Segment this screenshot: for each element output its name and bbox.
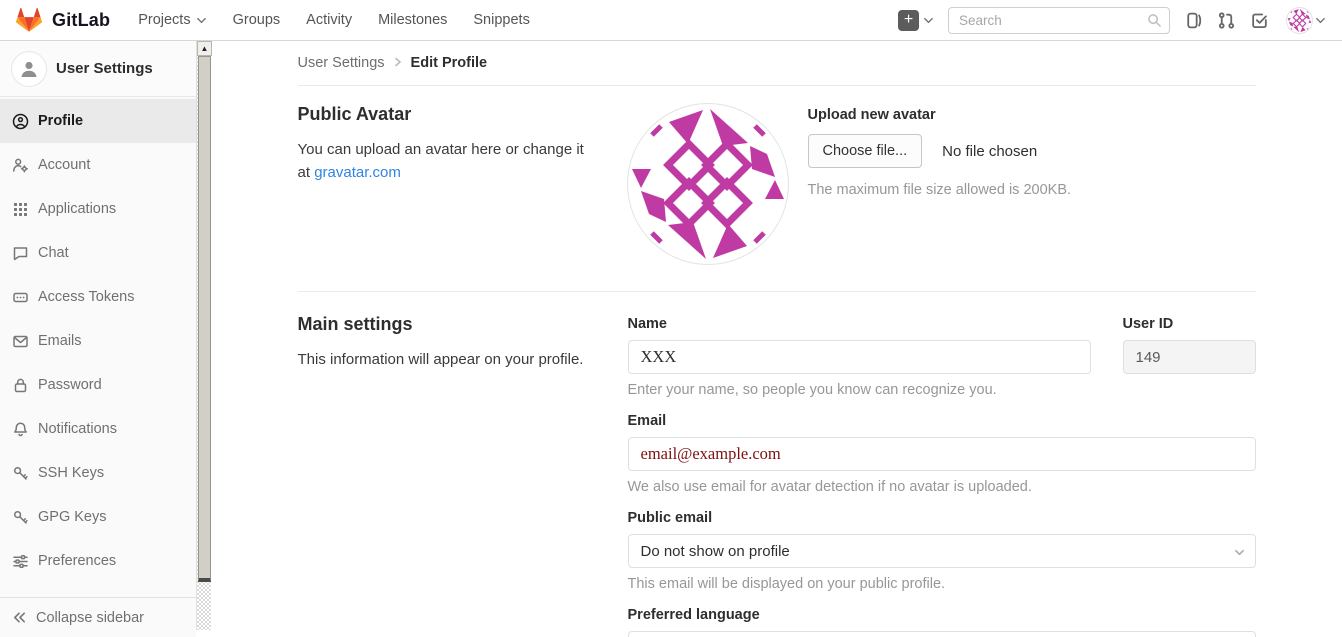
- user-id-input: [1123, 340, 1256, 374]
- sidebar-item-ssh-keys[interactable]: SSH Keys: [0, 451, 196, 495]
- plus-icon: +: [898, 10, 919, 31]
- breadcrumb-parent[interactable]: User Settings: [298, 55, 385, 71]
- sidebar-item-chat[interactable]: Chat: [0, 231, 196, 275]
- main-settings-section: Main settings This information will appe…: [298, 292, 1256, 637]
- chevrons-left-icon: [12, 610, 27, 625]
- file-chosen-status: No file chosen: [942, 143, 1037, 160]
- search-box: [948, 7, 1170, 34]
- sidebar-item-password[interactable]: Password: [0, 363, 196, 407]
- sidebar-title: User Settings: [56, 60, 153, 77]
- public-email-label: Public email: [628, 510, 1256, 526]
- sidebar-item-gpg-keys[interactable]: GPG Keys: [0, 495, 196, 539]
- sidebar-scrollbar[interactable]: ▲: [196, 41, 211, 630]
- brand-name: GitLab: [52, 10, 110, 31]
- nav-groups[interactable]: Groups: [233, 12, 281, 28]
- public-avatar-section: Public Avatar You can upload an avatar h…: [298, 86, 1256, 292]
- sidebar-item-notifications[interactable]: Notifications: [0, 407, 196, 451]
- default-avatar-icon: [12, 52, 46, 86]
- chevron-down-icon: [1315, 15, 1326, 26]
- chevron-down-icon: [923, 15, 934, 26]
- nav-snippets[interactable]: Snippets: [473, 12, 529, 28]
- key-icon: [12, 465, 29, 482]
- sidebar-nav: Profile Account Applications Cha: [0, 97, 196, 583]
- user-id-label: User ID: [1123, 316, 1256, 332]
- applications-icon: [12, 201, 29, 218]
- email-label: Email: [628, 413, 1256, 429]
- sidebar-item-profile[interactable]: Profile: [0, 99, 196, 143]
- breadcrumb-current: Edit Profile: [411, 55, 488, 71]
- top-navbar: GitLab Projects Groups Activity Mileston…: [0, 0, 1342, 41]
- scrollbar-up-arrow[interactable]: ▲: [197, 41, 212, 56]
- email-input[interactable]: [628, 437, 1256, 471]
- navbar-right: +: [898, 7, 1326, 34]
- account-icon: [12, 157, 29, 174]
- section-description: You can upload an avatar here or change …: [298, 139, 598, 184]
- search-icon: [1147, 13, 1162, 28]
- primary-nav: Projects Groups Activity Milestones Snip…: [138, 12, 530, 28]
- public-email-select[interactable]: Do not show on profile: [628, 534, 1256, 568]
- sidebar-item-preferences[interactable]: Preferences: [0, 539, 196, 583]
- issues-icon[interactable]: [1184, 11, 1203, 30]
- user-menu[interactable]: [1287, 8, 1326, 33]
- section-title: Main settings: [298, 314, 628, 335]
- upload-avatar-title: Upload new avatar: [808, 107, 1072, 123]
- bell-icon: [12, 421, 29, 438]
- preferred-language-label: Preferred language: [628, 607, 1256, 623]
- user-avatar: [1287, 8, 1312, 33]
- sidebar-item-emails[interactable]: Emails: [0, 319, 196, 363]
- sidebar-item-account[interactable]: Account: [0, 143, 196, 187]
- todos-icon[interactable]: [1250, 11, 1269, 30]
- max-file-size-note: The maximum file size allowed is 200KB.: [808, 182, 1072, 198]
- section-title: Public Avatar: [298, 104, 628, 125]
- public-email-help-text: This email will be displayed on your pub…: [628, 576, 1256, 592]
- sidebar-header: User Settings: [0, 41, 196, 97]
- email-help-text: We also use email for avatar detection i…: [628, 479, 1256, 495]
- name-help-text: Enter your name, so people you know can …: [628, 382, 1256, 398]
- nav-activity[interactable]: Activity: [306, 12, 352, 28]
- section-description: This information will appear on your pro…: [298, 349, 598, 372]
- lock-icon: [12, 377, 29, 394]
- search-input[interactable]: [948, 7, 1170, 34]
- main-content: User Settings Edit Profile Public Avatar…: [211, 0, 1342, 637]
- chevron-right-icon: [393, 55, 403, 71]
- collapse-sidebar-button[interactable]: Collapse sidebar: [0, 597, 196, 637]
- name-label: Name: [628, 316, 1091, 332]
- new-menu-button[interactable]: +: [898, 10, 934, 31]
- chevron-down-icon: [1234, 547, 1245, 558]
- chevron-down-icon: [196, 15, 207, 26]
- choose-file-button[interactable]: Choose file...: [808, 134, 923, 168]
- gravatar-link[interactable]: gravatar.com: [314, 164, 401, 181]
- gitlab-logo[interactable]: GitLab: [16, 7, 110, 33]
- profile-avatar: [628, 104, 788, 264]
- breadcrumb: User Settings Edit Profile: [298, 41, 1256, 86]
- profile-icon: [12, 113, 29, 130]
- name-input[interactable]: [628, 340, 1091, 374]
- access-tokens-icon: [12, 289, 29, 306]
- sidebar-item-access-tokens[interactable]: Access Tokens: [0, 275, 196, 319]
- settings-sidebar: User Settings Profile Account A: [0, 41, 196, 637]
- merge-request-icon[interactable]: [1217, 11, 1236, 30]
- sidebar-item-applications[interactable]: Applications: [0, 187, 196, 231]
- sliders-icon: [12, 553, 29, 570]
- key-icon: [12, 509, 29, 526]
- email-icon: [12, 333, 29, 350]
- tanuki-icon: [16, 7, 42, 33]
- nav-projects[interactable]: Projects: [138, 12, 206, 28]
- chat-icon: [12, 245, 29, 262]
- nav-milestones[interactable]: Milestones: [378, 12, 447, 28]
- preferred-language-select[interactable]: [628, 631, 1256, 637]
- scrollbar-thumb[interactable]: [198, 56, 211, 582]
